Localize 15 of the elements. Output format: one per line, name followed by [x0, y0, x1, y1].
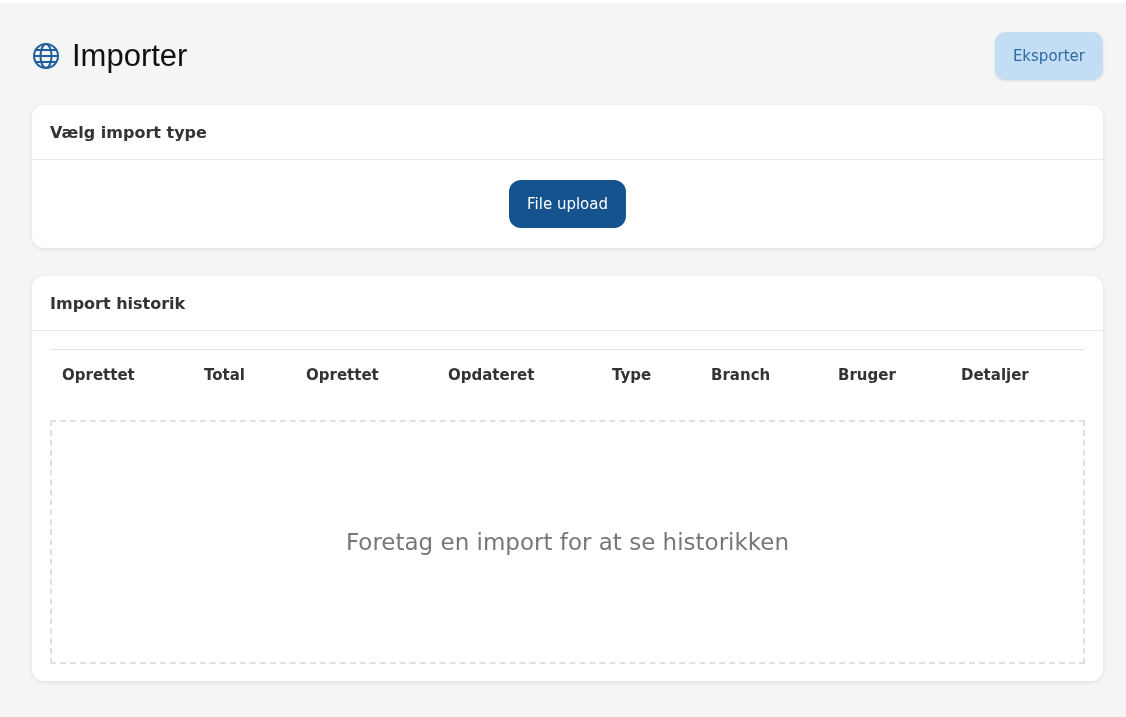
card-title: Vælg import type — [50, 122, 207, 142]
globe-icon — [32, 42, 60, 70]
column-header: Bruger — [838, 366, 897, 384]
export-button[interactable]: Eksporter — [994, 32, 1103, 80]
file-upload-button[interactable]: File upload — [509, 180, 626, 228]
column-header: Branch — [711, 366, 772, 384]
column-header: Detaljer — [961, 366, 1030, 384]
card-title: Import historik — [50, 293, 186, 313]
empty-message: Foretag en import for at se historikken — [345, 529, 790, 555]
column-header: Oprettet — [306, 366, 380, 384]
column-header: Opdateret — [448, 366, 536, 384]
page-title: Importer — [72, 38, 188, 74]
column-header: Type — [612, 366, 653, 384]
column-header: Oprettet — [62, 366, 136, 384]
column-header: Total — [204, 366, 246, 384]
